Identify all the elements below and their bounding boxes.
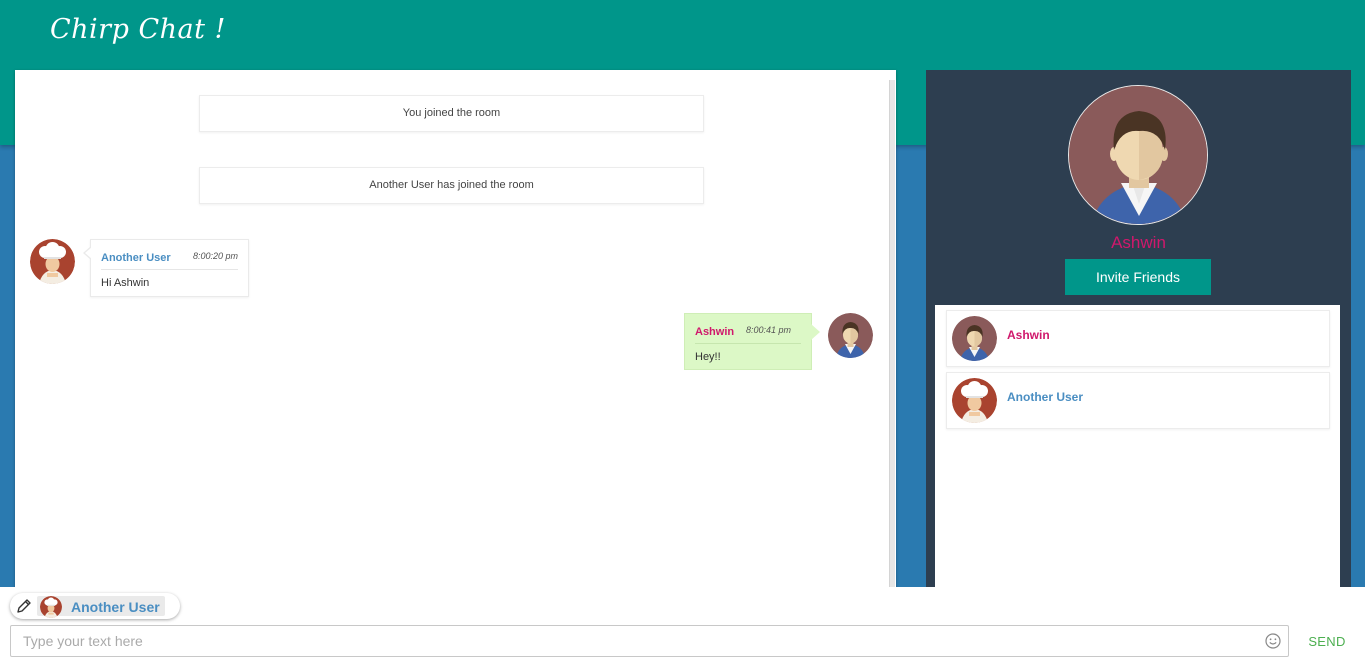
message-text: Hi Ashwin: [101, 277, 150, 289]
message-header: Ashwin 8:00:41 pm: [695, 322, 801, 344]
typing-indicator: Another User: [10, 593, 180, 619]
message-text: Hey!!: [695, 351, 721, 363]
outgoing-message: Ashwin 8:00:41 pm Hey!!: [684, 313, 820, 370]
message-header: Another User 8:00:20 pm: [101, 248, 238, 270]
app-logo: Chirp Chat !: [50, 14, 226, 45]
message-time: 8:00:20 pm: [192, 251, 238, 261]
system-message: You joined the room: [199, 95, 704, 132]
invite-friends-button[interactable]: Invite Friends: [1065, 259, 1211, 295]
system-message: Another User has joined the room: [199, 167, 704, 204]
user-list-item[interactable]: Another User: [946, 372, 1330, 429]
user-name: Ashwin: [1007, 328, 1050, 342]
user-name: Another User: [1007, 390, 1084, 404]
composer-bar: Another User SEND: [0, 587, 1365, 667]
message-sender: Ashwin: [695, 326, 735, 338]
message-time: 8:00:41 pm: [745, 325, 791, 335]
chat-panel: You joined the room Another User has joi…: [15, 70, 896, 590]
man-avatar-icon: [828, 313, 873, 358]
typing-user-tag: Another User: [37, 596, 165, 616]
profile-avatar-icon: [1068, 85, 1208, 225]
user-list-item[interactable]: Ashwin: [946, 310, 1330, 367]
profile-sidebar: Ashwin Invite Friends Ashwin Another Use…: [926, 70, 1351, 590]
user-list: Ashwin Another User: [935, 305, 1340, 590]
chef-avatar-icon: [952, 378, 997, 423]
typing-user-name: Another User: [71, 599, 160, 615]
chef-avatar-icon: [30, 239, 75, 284]
man-avatar-icon: [952, 316, 997, 361]
chef-avatar-icon: [40, 596, 62, 618]
pencil-icon: [17, 599, 31, 613]
emoji-icon[interactable]: [1265, 633, 1281, 649]
send-button[interactable]: SEND: [1300, 632, 1354, 652]
message-input[interactable]: [10, 625, 1289, 657]
profile-name: Ashwin: [1111, 233, 1166, 252]
chat-scrollbar[interactable]: [889, 80, 895, 590]
incoming-message: Another User 8:00:20 pm Hi Ashwin: [83, 239, 249, 297]
message-sender: Another User: [101, 252, 171, 264]
